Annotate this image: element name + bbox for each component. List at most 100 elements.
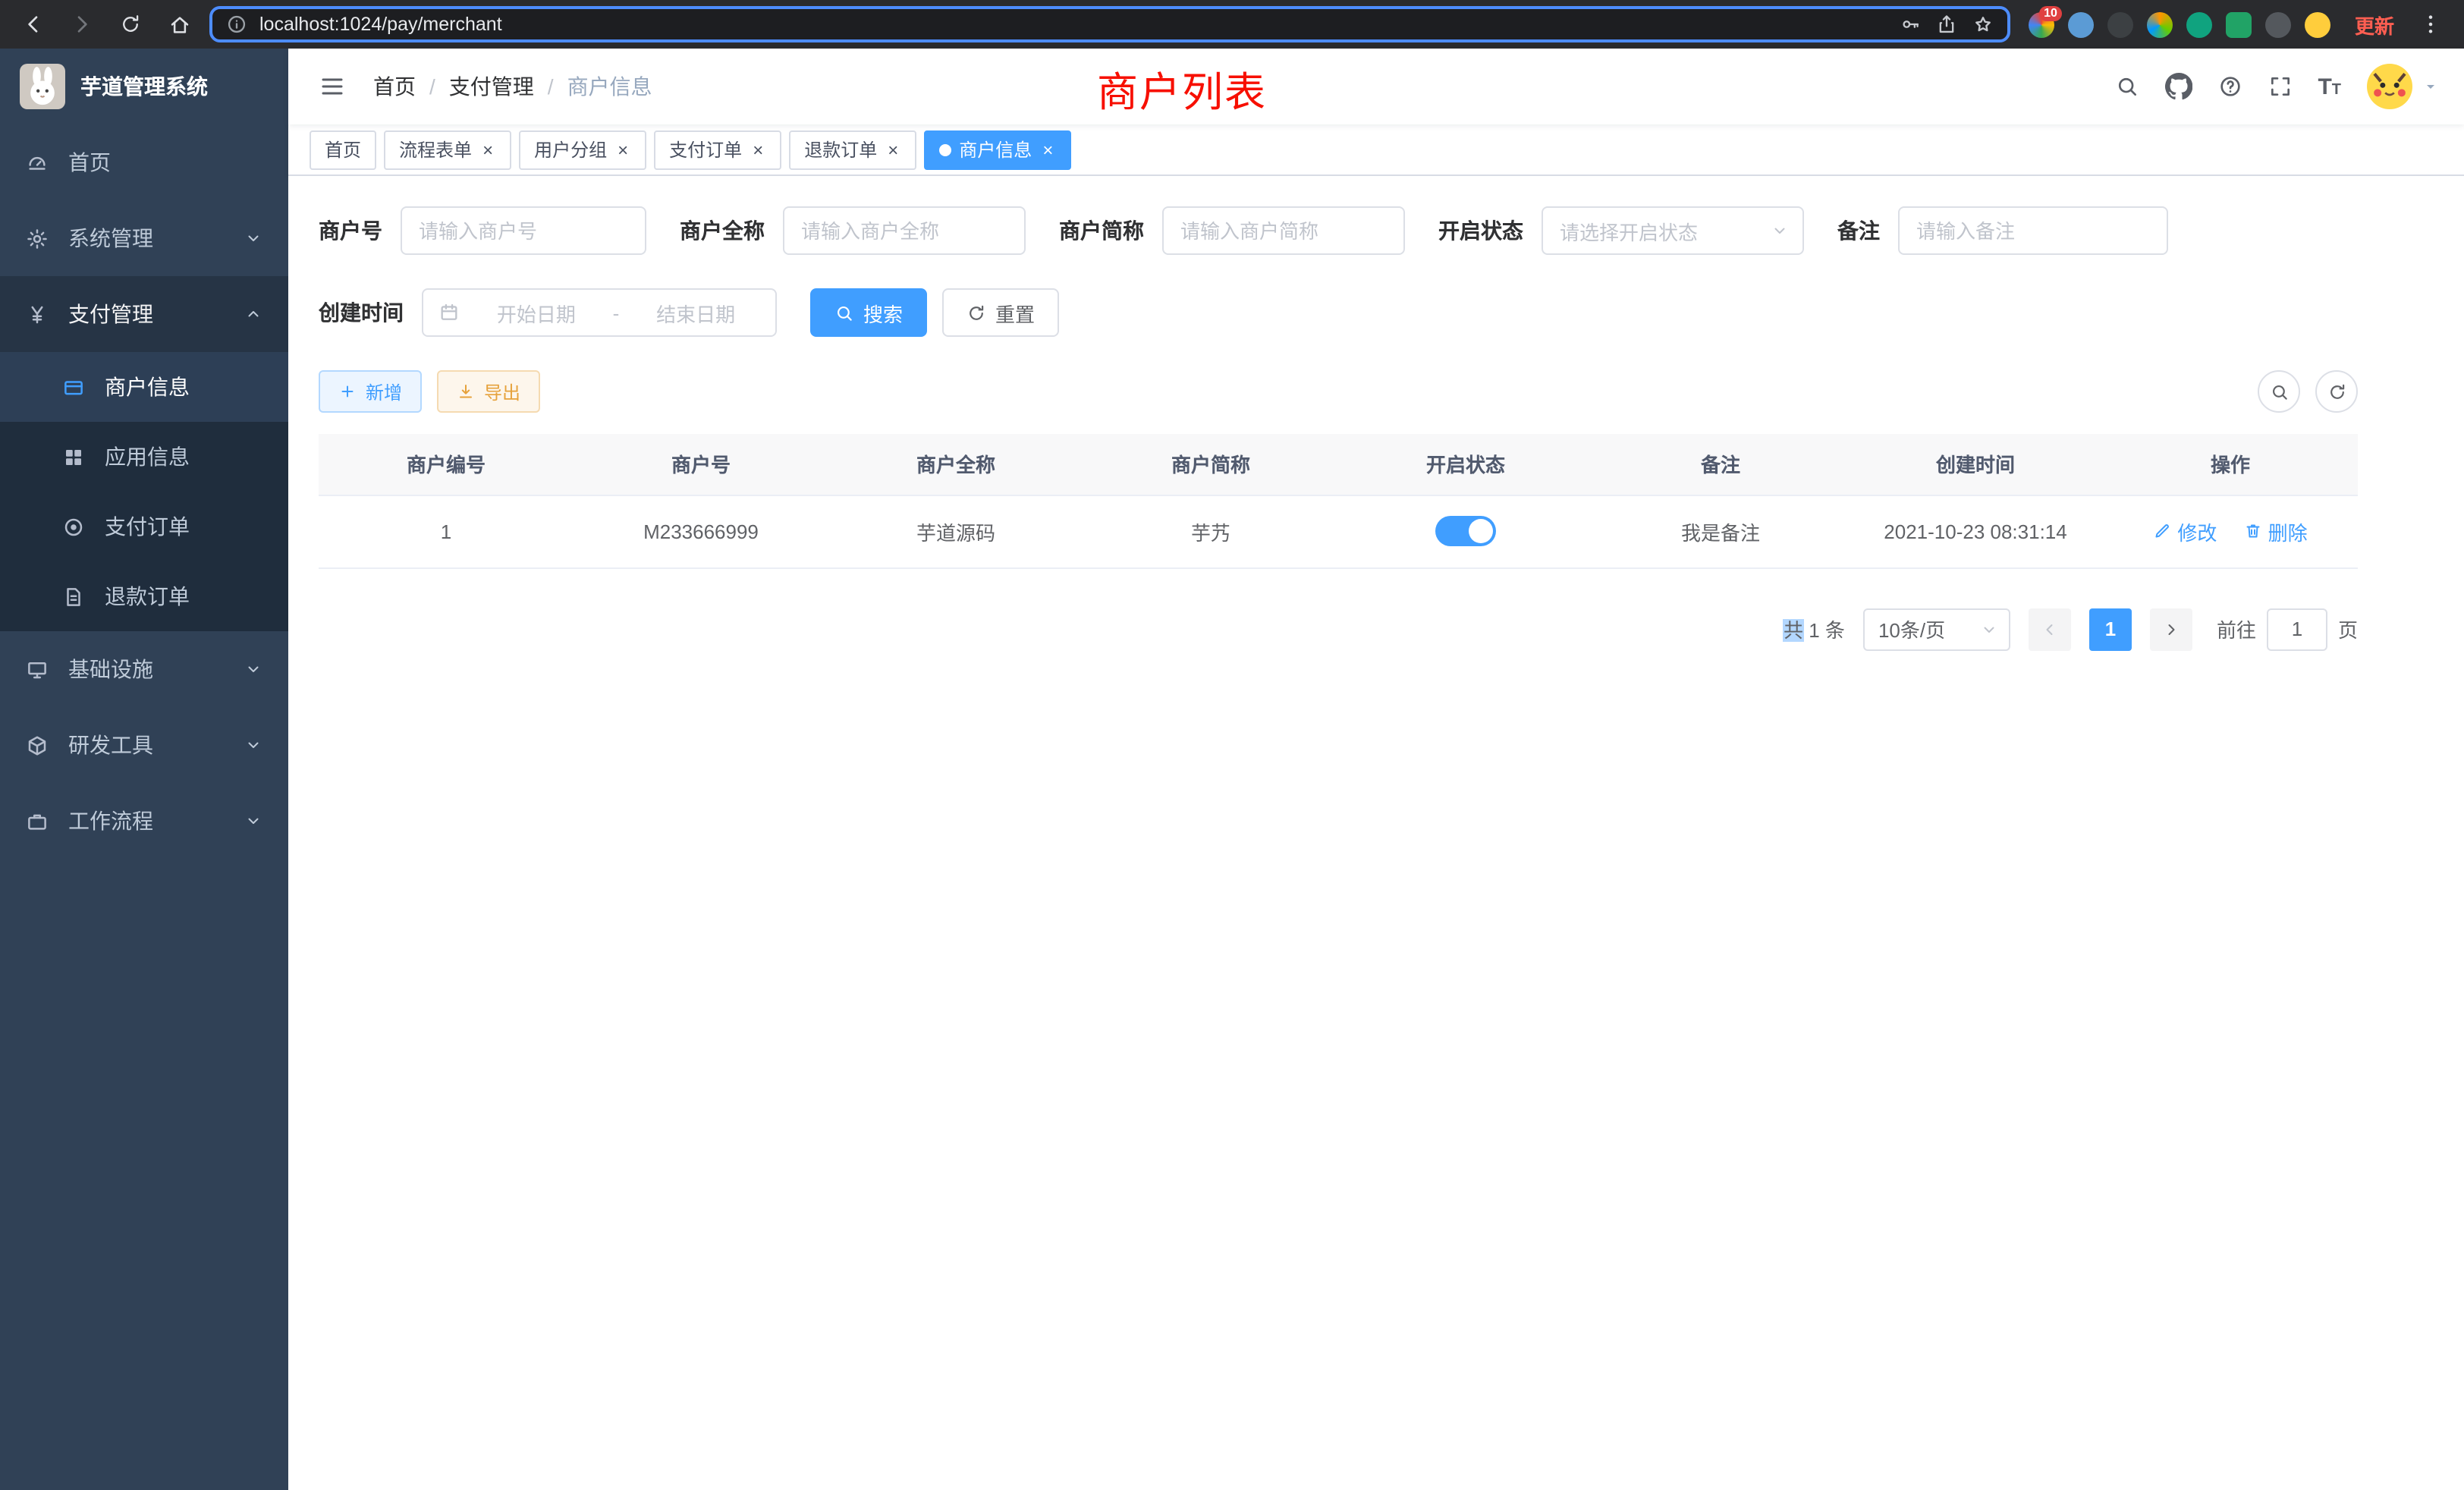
refresh-table-button[interactable] <box>2315 370 2358 413</box>
tab-pay-order[interactable]: 支付订单 × <box>654 130 781 169</box>
extension-icon-note[interactable] <box>2226 11 2252 37</box>
sidebar-item-label: 系统管理 <box>68 223 153 253</box>
status-toggle[interactable] <box>1435 516 1496 546</box>
pagination-total: 共 1 条 <box>1784 615 1845 643</box>
share-icon[interactable] <box>1936 14 1957 35</box>
sidebar-item-infrastructure[interactable]: 基础设施 <box>0 631 288 707</box>
page-size-select[interactable]: 10条/页 <box>1863 608 2010 650</box>
sidebar-item-home[interactable]: 首页 <box>0 124 288 200</box>
tab-close-icon[interactable]: × <box>614 139 631 160</box>
column-header: 开启状态 <box>1338 434 1593 495</box>
select-placeholder: 请选择开启状态 <box>1560 216 1698 245</box>
merchant-no-input[interactable] <box>401 206 646 255</box>
caret-down-icon <box>2422 77 2440 96</box>
sidebar-item-label: 首页 <box>68 147 111 178</box>
filter-merchant-no: 商户号 <box>319 206 646 255</box>
sidebar-item-workflow[interactable]: 工作流程 <box>0 783 288 859</box>
sidebar-item-label: 支付管理 <box>68 299 153 329</box>
browser-home-icon[interactable] <box>161 6 197 42</box>
prev-page-button[interactable] <box>2029 608 2071 650</box>
extension-icon-yellow[interactable] <box>2305 11 2330 37</box>
hamburger-icon[interactable] <box>313 73 352 100</box>
next-page-button[interactable] <box>2150 608 2192 650</box>
tab-process-form[interactable]: 流程表单 × <box>384 130 511 169</box>
extension-icon-dark[interactable] <box>2107 11 2133 37</box>
filter-label: 商户简称 <box>1059 215 1144 246</box>
tab-user-group[interactable]: 用户分组 × <box>519 130 646 169</box>
cell-status <box>1338 495 1593 567</box>
sidebar-item-dev-tools[interactable]: 研发工具 <box>0 707 288 783</box>
tab-home[interactable]: 首页 <box>310 130 376 169</box>
briefcase-icon <box>26 809 49 832</box>
browser-back-icon[interactable] <box>15 6 52 42</box>
tab-refund-order[interactable]: 退款订单 × <box>789 130 916 169</box>
extensions-puzzle-icon[interactable]: 10 <box>2029 11 2054 37</box>
profile-avatar-icon[interactable] <box>2147 11 2173 37</box>
remark-input[interactable] <box>1898 206 2168 255</box>
merchant-name-input[interactable] <box>783 206 1026 255</box>
toggle-search-button[interactable] <box>2258 370 2300 413</box>
fullscreen-icon[interactable] <box>2268 74 2292 99</box>
search-button[interactable]: 搜索 <box>810 288 927 337</box>
document-icon <box>62 585 85 608</box>
edit-button[interactable]: 修改 <box>2153 517 2217 545</box>
app-logo: 芋道管理系统 <box>0 49 288 124</box>
header-search-icon[interactable] <box>2114 74 2139 99</box>
site-info-icon[interactable] <box>226 14 247 35</box>
download-icon <box>457 382 475 401</box>
export-button[interactable]: 导出 <box>437 370 540 413</box>
page-1-button[interactable]: 1 <box>2089 608 2132 650</box>
filter-label: 备注 <box>1837 215 1880 246</box>
sidebar-item-system[interactable]: 系统管理 <box>0 200 288 276</box>
sidebar-item-refund-order[interactable]: 退款订单 <box>0 561 288 631</box>
breadcrumb-home[interactable]: 首页 <box>373 71 416 102</box>
sidebar-item-pay-order[interactable]: 支付订单 <box>0 492 288 561</box>
avatar[interactable] <box>2367 64 2412 109</box>
bookmark-star-icon[interactable] <box>1972 14 1994 35</box>
sidebar-item-app-info[interactable]: 应用信息 <box>0 422 288 492</box>
extension-badge: 10 <box>2039 5 2062 20</box>
browser-update-button[interactable]: 更新 <box>2349 10 2400 39</box>
help-icon[interactable] <box>2217 74 2242 99</box>
breadcrumb-separator: / <box>429 74 435 99</box>
extension-icon-gray[interactable] <box>2265 11 2291 37</box>
sidebar-item-label: 工作流程 <box>68 806 153 836</box>
breadcrumb-payment[interactable]: 支付管理 <box>449 71 534 102</box>
payment-submenu: 商户信息 应用信息 支付订单 退款订单 <box>0 352 288 631</box>
tab-close-icon[interactable]: × <box>885 139 901 160</box>
address-bar[interactable]: localhost:1024/pay/merchant <box>209 6 2010 42</box>
navbar-actions: TT <box>2114 64 2440 109</box>
password-key-icon[interactable] <box>1900 14 1921 35</box>
tab-merchant-info[interactable]: 商户信息 × <box>924 130 1071 169</box>
gear-icon <box>26 227 49 250</box>
sidebar-item-merchant-info[interactable]: 商户信息 <box>0 352 288 422</box>
add-button[interactable]: 新增 <box>319 370 422 413</box>
user-menu[interactable] <box>2367 64 2440 109</box>
browser-reload-icon[interactable] <box>112 6 149 42</box>
breadcrumb: 首页 / 支付管理 / 商户信息 <box>373 71 652 102</box>
tab-close-icon[interactable]: × <box>1039 139 1056 160</box>
tab-label: 流程表单 <box>399 137 472 162</box>
pagination-goto: 前往 页 <box>2217 608 2358 650</box>
github-icon[interactable] <box>2164 73 2192 100</box>
edit-icon <box>2153 522 2171 540</box>
extension-icon-green[interactable] <box>2186 11 2212 37</box>
cell-merchant-short-name: 芋艿 <box>1083 495 1338 567</box>
font-size-icon[interactable]: TT <box>2318 75 2341 98</box>
goto-page-input[interactable] <box>2267 608 2327 650</box>
create-time-range-picker[interactable]: 开始日期 - 结束日期 <box>422 288 777 337</box>
tab-close-icon[interactable]: × <box>479 139 496 160</box>
status-select[interactable]: 请选择开启状态 <box>1542 206 1804 255</box>
extension-icon-blue[interactable] <box>2068 11 2094 37</box>
sidebar-item-payment[interactable]: 支付管理 <box>0 276 288 352</box>
reset-button-label: 重置 <box>995 298 1035 327</box>
reset-button[interactable]: 重置 <box>942 288 1059 337</box>
column-header: 商户简称 <box>1083 434 1338 495</box>
browser-forward-icon[interactable] <box>64 6 100 42</box>
delete-button[interactable]: 删除 <box>2244 517 2308 545</box>
merchant-short-name-input[interactable] <box>1162 206 1405 255</box>
browser-menu-icon[interactable] <box>2412 6 2449 42</box>
plus-icon <box>338 382 357 401</box>
tab-close-icon[interactable]: × <box>750 139 766 160</box>
box-icon <box>26 734 49 756</box>
